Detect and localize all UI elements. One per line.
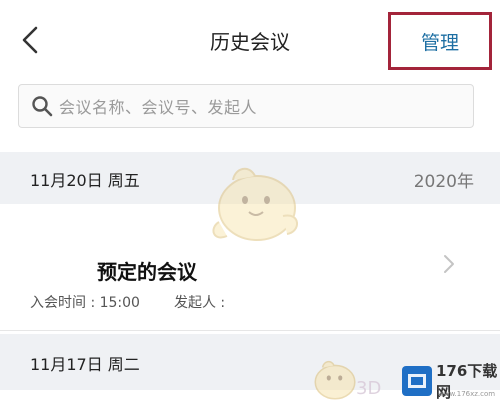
back-button[interactable]: [14, 22, 46, 58]
chevron-left-icon: [22, 26, 38, 54]
divider: [0, 330, 500, 331]
join-time: 入会时间 : 15:00: [30, 295, 140, 311]
meeting-title: 预定的会议: [97, 260, 197, 284]
meeting-list-item[interactable]: 预定的会议 入会时间 : 15:00 发起人 :: [0, 204, 500, 330]
site-logo-icon: [402, 366, 432, 396]
date-label: 11月17日 周二: [30, 355, 140, 374]
date-label: 11月20日 周五: [30, 171, 140, 190]
search-input[interactable]: 会议名称、会议号、发起人: [18, 84, 474, 128]
organizer: 发起人 :: [173, 295, 226, 311]
meeting-meta: 入会时间 : 15:00 发起人 :: [30, 292, 259, 312]
search-placeholder: 会议名称、会议号、发起人: [59, 98, 258, 117]
year-label: 2020年: [413, 172, 474, 192]
chevron-right-icon: [444, 255, 454, 273]
search-icon: [31, 95, 53, 117]
date-header: 11月20日 周五 2020年: [0, 152, 500, 204]
site-url: www.176xz.com: [438, 390, 496, 398]
top-bar: 历史会议 管理: [0, 0, 500, 78]
spacer: [0, 140, 500, 152]
manage-button[interactable]: 管理: [388, 12, 492, 70]
